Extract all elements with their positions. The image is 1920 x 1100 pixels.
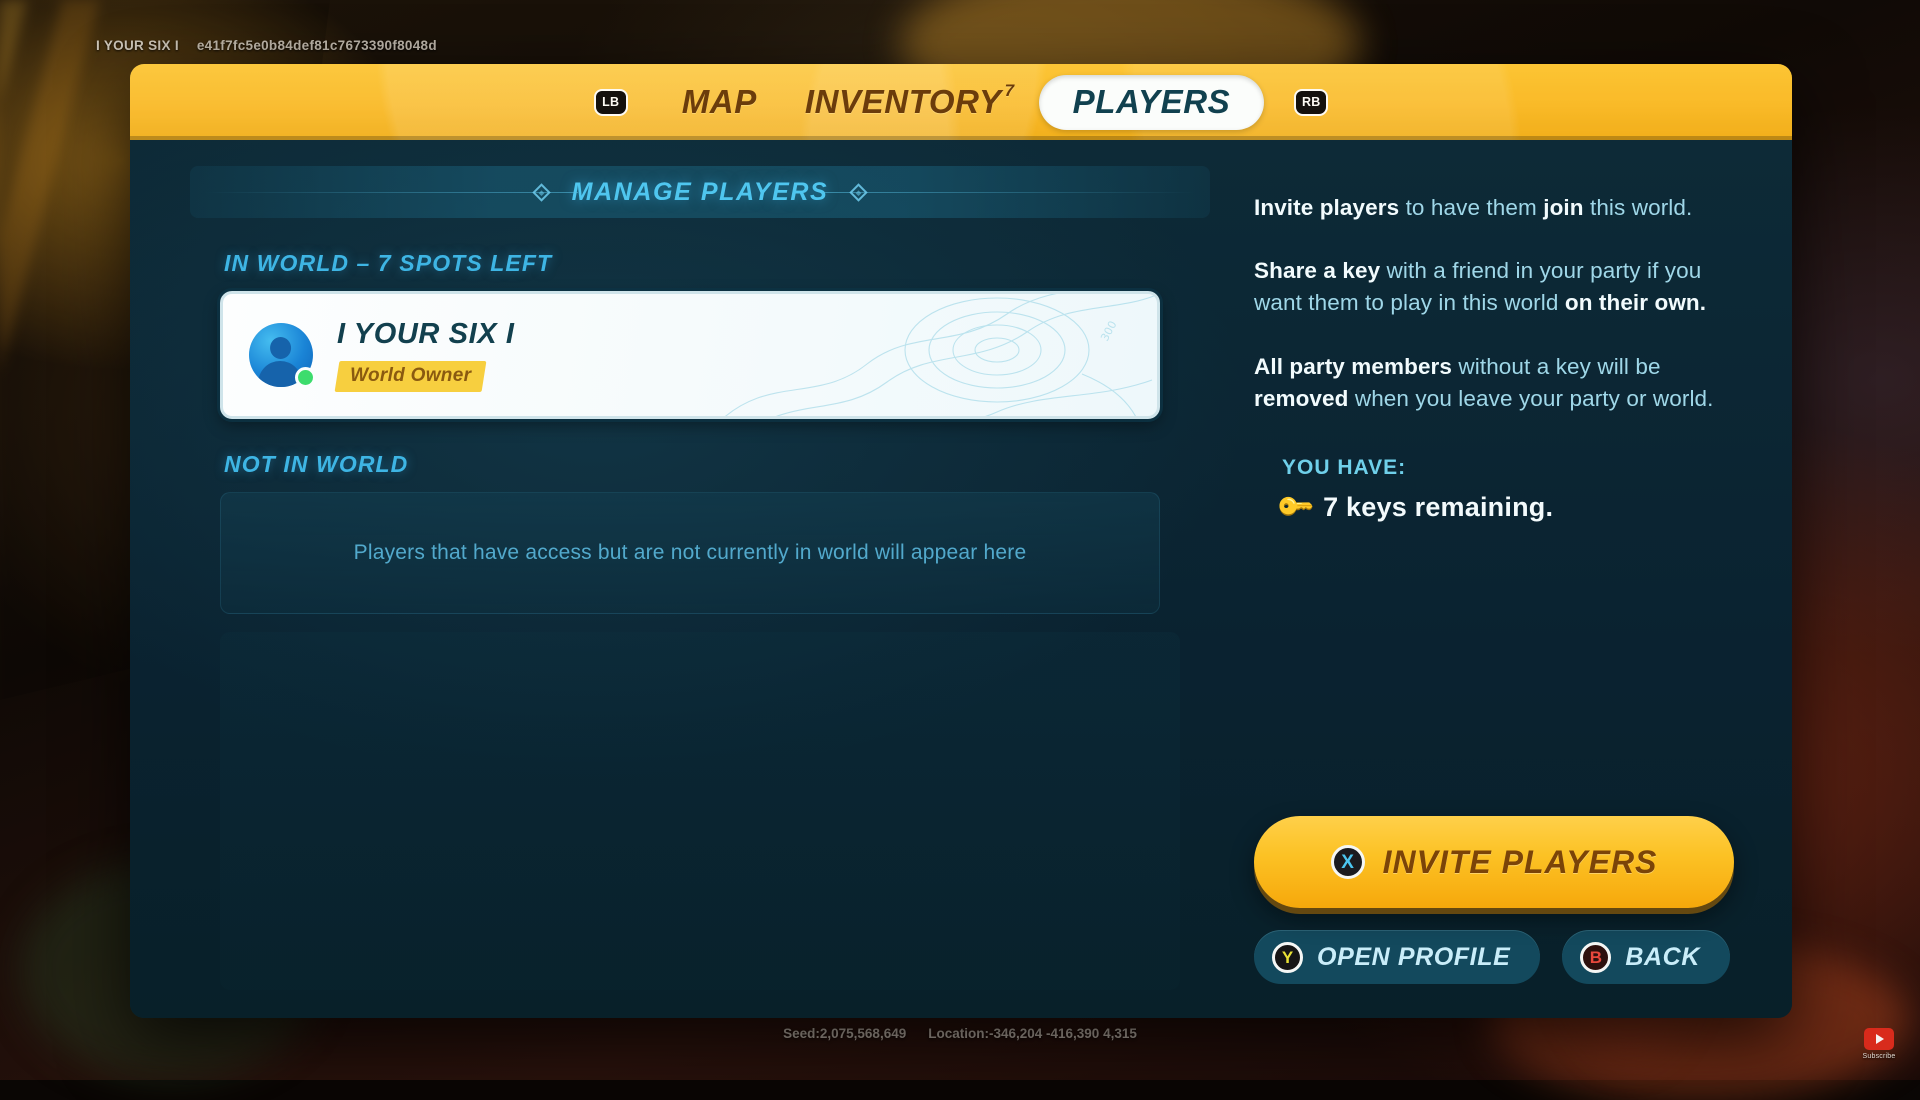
not-in-world-empty-container: Players that have access but are not cur…: [220, 492, 1160, 614]
sidebar-spacer: [1254, 523, 1734, 816]
diamond-icon: [532, 183, 550, 201]
b-button-icon: B: [1580, 942, 1611, 973]
info-p1-part-3: this world.: [1590, 195, 1692, 220]
tab-inventory-badge: 7: [1005, 81, 1015, 101]
seed-value: Seed:2,075,568,649: [783, 1026, 906, 1041]
info-p3-part-2: removed: [1254, 386, 1355, 411]
info-p1-part-0: Invite players: [1254, 195, 1406, 220]
player-name: I YOUR SIX I: [337, 318, 515, 351]
tab-inventory-label: INVENTORY: [805, 83, 1002, 121]
menu-tab-bar: LB MAP INVENTORY7 PLAYERS RB: [130, 64, 1792, 140]
tab-map[interactable]: MAP: [658, 83, 781, 121]
info-sidebar: Invite players to have them join this wo…: [1246, 166, 1790, 990]
players-list-filler: [220, 632, 1180, 990]
info-p2-part-0: Share a key: [1254, 258, 1387, 283]
players-menu-panel: LB MAP INVENTORY7 PLAYERS RB MANAGE PLAY…: [130, 64, 1792, 1018]
button-prompt-bar: Y OPEN PROFILE B BACK: [1254, 930, 1734, 990]
avatar: [249, 323, 313, 387]
keys-remaining-row: 🔑 7 keys remaining.: [1254, 492, 1734, 523]
player-role-label: World Owner: [350, 365, 471, 387]
x-button-icon: X: [1331, 845, 1365, 879]
tab-map-label: MAP: [682, 83, 757, 121]
topographic-decoration: 300: [697, 291, 1160, 419]
diamond-icon: [850, 183, 868, 201]
gamertag-name: I YOUR SIX I: [96, 38, 179, 53]
keys-remaining-text: 7 keys remaining.: [1323, 492, 1553, 523]
info-p3-part-1: without a key will be: [1458, 354, 1660, 379]
svg-text:300: 300: [1098, 319, 1119, 344]
back-label: BACK: [1625, 943, 1700, 972]
info-p3-part-0: All party members: [1254, 354, 1458, 379]
tab-players-label: PLAYERS: [1073, 83, 1231, 121]
info-paragraph-party-members: All party members without a key will be …: [1254, 351, 1734, 415]
invite-players-button[interactable]: X INVITE PLAYERS: [1254, 816, 1734, 908]
invite-players-label: INVITE PLAYERS: [1383, 844, 1658, 881]
seed-location-hud: Seed:2,075,568,649 Location:-346,204 -41…: [0, 1026, 1920, 1041]
info-p2-part-2: on their own.: [1565, 290, 1706, 315]
players-list-column: MANAGE PLAYERS IN WORLD – 7 SPOTS LEFT: [190, 166, 1210, 990]
gamertag-overlay: I YOUR SIX I e41f7fc5e0b84def81c7673390f…: [96, 38, 437, 53]
subscribe-watermark: Subscribe: [1856, 1028, 1902, 1060]
header-rule-right: [822, 192, 1196, 193]
status-badge: World Owner: [335, 361, 487, 392]
manage-players-header: MANAGE PLAYERS: [190, 166, 1210, 218]
tab-inventory[interactable]: INVENTORY7: [781, 83, 1039, 121]
location-value: Location:-346,204 -416,390 4,315: [928, 1026, 1137, 1041]
gamertag-hash: e41f7fc5e0b84def81c7673390f8048d: [197, 38, 437, 53]
panel-body: MANAGE PLAYERS IN WORLD – 7 SPOTS LEFT: [130, 140, 1792, 1018]
right-bumper-icon[interactable]: RB: [1294, 89, 1328, 116]
you-have-label: YOU HAVE:: [1254, 456, 1734, 480]
info-paragraph-invite: Invite players to have them join this wo…: [1254, 192, 1734, 224]
in-world-section-label: IN WORLD – 7 SPOTS LEFT: [224, 250, 1210, 277]
open-profile-button[interactable]: Y OPEN PROFILE: [1254, 930, 1540, 984]
subscribe-label: Subscribe: [1863, 1053, 1896, 1060]
not-in-world-section-label: NOT IN WORLD: [224, 451, 1210, 478]
page-title: MANAGE PLAYERS: [572, 178, 829, 207]
info-p1-part-2: join: [1543, 195, 1590, 220]
back-button[interactable]: B BACK: [1562, 930, 1730, 984]
info-paragraph-share-key: Share a key with a friend in your party …: [1254, 255, 1734, 319]
y-button-icon: Y: [1272, 942, 1303, 973]
you-have-block: YOU HAVE: 🔑 7 keys remaining.: [1254, 456, 1734, 523]
header-rule-left: [204, 192, 578, 193]
left-bumper-icon[interactable]: LB: [594, 89, 628, 116]
open-profile-label: OPEN PROFILE: [1317, 943, 1510, 972]
player-meta: I YOUR SIX I World Owner: [337, 318, 515, 392]
online-status-indicator: [295, 367, 316, 388]
player-row[interactable]: 300 I YOUR SIX I World Owner: [220, 291, 1160, 419]
tab-players[interactable]: PLAYERS: [1039, 75, 1265, 130]
info-p1-part-1: to have them: [1406, 195, 1544, 220]
not-in-world-empty-text: Players that have access but are not cur…: [354, 541, 1027, 565]
info-p3-part-3: when you leave your party or world.: [1355, 386, 1714, 411]
youtube-play-icon: [1864, 1028, 1894, 1050]
